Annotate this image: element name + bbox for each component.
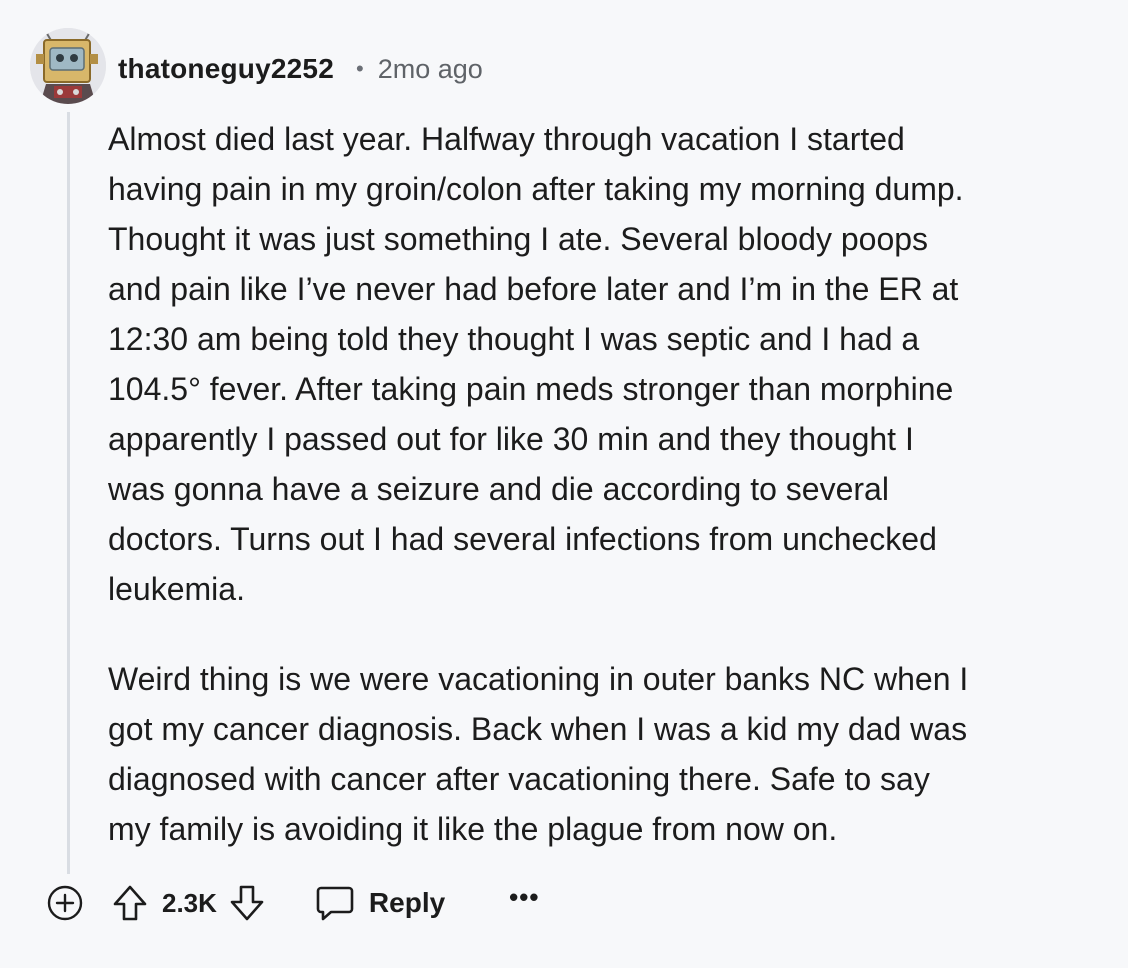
comment-actions: 2.3K Reply ••• — [46, 878, 539, 928]
text-line: 12:30 am being told they thought I was s… — [108, 321, 920, 357]
text-line: Almost died last year. Halfway through v… — [108, 121, 905, 157]
downvote-button[interactable] — [229, 883, 265, 923]
arrow-down-icon — [230, 885, 264, 921]
text-line: doctors. Turns out I had several infecti… — [108, 521, 937, 557]
text-line: got my cancer diagnosis. Back when I was… — [108, 711, 968, 747]
text-line: my family is avoiding it like the plague… — [108, 811, 838, 847]
robot-avatar-icon — [30, 28, 106, 104]
more-options-button[interactable]: ••• — [509, 884, 539, 910]
expand-button[interactable] — [46, 884, 84, 922]
text-line: and pain like I’ve never had before late… — [108, 271, 959, 307]
avatar[interactable] — [30, 28, 106, 104]
paragraph: Almost died last year. Halfway through v… — [108, 114, 1108, 614]
paragraph: Weird thing is we were vacationing in ou… — [108, 654, 1108, 854]
text-line: having pain in my groin/colon after taki… — [108, 171, 964, 207]
text-line: apparently I passed out for like 30 min … — [108, 421, 914, 457]
text-line: was gonna have a seizure and die accordi… — [108, 471, 889, 507]
reply-button[interactable]: Reply — [315, 884, 445, 922]
text-line: Weird thing is we were vacationing in ou… — [108, 661, 969, 697]
speech-bubble-icon — [316, 886, 354, 921]
username-link[interactable]: thatoneguy2252 — [118, 53, 334, 85]
plus-circle-icon — [47, 885, 83, 921]
text-line: diagnosed with cancer after vacationing … — [108, 761, 930, 797]
thread-line[interactable] — [67, 112, 70, 874]
arrow-up-icon — [113, 885, 147, 921]
reply-label: Reply — [368, 887, 446, 918]
text-line: 104.5° fever. After taking pain meds str… — [108, 371, 954, 407]
text-line: Thought it was just something I ate. Sev… — [108, 221, 929, 257]
meta-separator: • — [355, 56, 364, 81]
timestamp[interactable]: 2mo ago — [378, 54, 483, 85]
comment: thatoneguy2252 • 2mo ago Almost died las… — [0, 0, 1128, 968]
comment-header: thatoneguy2252 • 2mo ago — [118, 50, 483, 88]
text-line: leukemia. — [108, 571, 245, 607]
upvote-button[interactable] — [112, 883, 148, 923]
comment-body: Almost died last year. Halfway through v… — [108, 114, 1108, 854]
vote-score: 2.3K — [162, 887, 217, 918]
